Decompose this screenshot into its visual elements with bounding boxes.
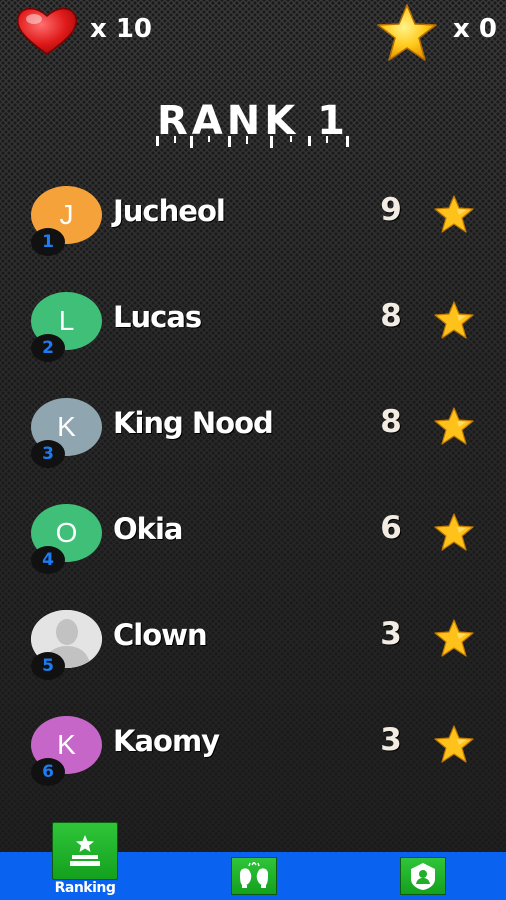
player-score: 8	[380, 404, 402, 440]
rank-badge: 6	[31, 758, 65, 786]
boxing-gloves-icon	[240, 862, 268, 888]
star-icon	[374, 2, 440, 64]
lives-count: x 10	[90, 14, 153, 44]
profile-icon	[411, 863, 435, 890]
rank-badge: 5	[31, 652, 65, 680]
star-icon	[434, 513, 474, 551]
list-item[interactable]: L 2 Lucas 8	[0, 286, 506, 366]
ranking-tab-button[interactable]	[52, 822, 118, 880]
list-item[interactable]: 5 Clown 3	[0, 604, 506, 684]
hud-bar: x 10 x 0	[0, 0, 506, 64]
star-icon	[434, 301, 474, 339]
star-icon	[434, 725, 474, 763]
star-icon	[434, 619, 474, 657]
star-icon	[434, 195, 474, 233]
player-score: 8	[380, 298, 402, 334]
title-drip-decoration	[156, 136, 349, 148]
list-item[interactable]: K 6 Kaomy 3	[0, 710, 506, 790]
stars-count: x 0	[453, 14, 497, 44]
list-item[interactable]: J 1 Jucheol 9	[0, 180, 506, 260]
player-name: Jucheol	[113, 194, 226, 228]
player-name: Kaomy	[113, 724, 220, 758]
player-name: Okia	[113, 512, 183, 546]
rank-badge: 2	[31, 334, 65, 362]
rank-badge: 1	[31, 228, 65, 256]
player-score: 9	[380, 192, 402, 228]
rank-badge: 4	[31, 546, 65, 574]
heart-icon	[14, 4, 80, 56]
rank-badge: 3	[31, 440, 65, 468]
ranking-tab-label: Ranking	[54, 880, 116, 896]
list-item[interactable]: K 3 King Nood 8	[0, 392, 506, 472]
player-name: Lucas	[113, 300, 202, 334]
player-score: 6	[380, 510, 402, 546]
player-score: 3	[380, 722, 402, 758]
profile-tab-button[interactable]	[400, 857, 446, 895]
battle-tab-button[interactable]	[231, 857, 277, 895]
player-name: Clown	[113, 618, 208, 652]
ranking-podium-icon	[70, 835, 100, 866]
star-icon	[434, 407, 474, 445]
player-name: King Nood	[113, 406, 274, 440]
player-score: 3	[380, 616, 402, 652]
list-item[interactable]: O 4 Okia 6	[0, 498, 506, 578]
